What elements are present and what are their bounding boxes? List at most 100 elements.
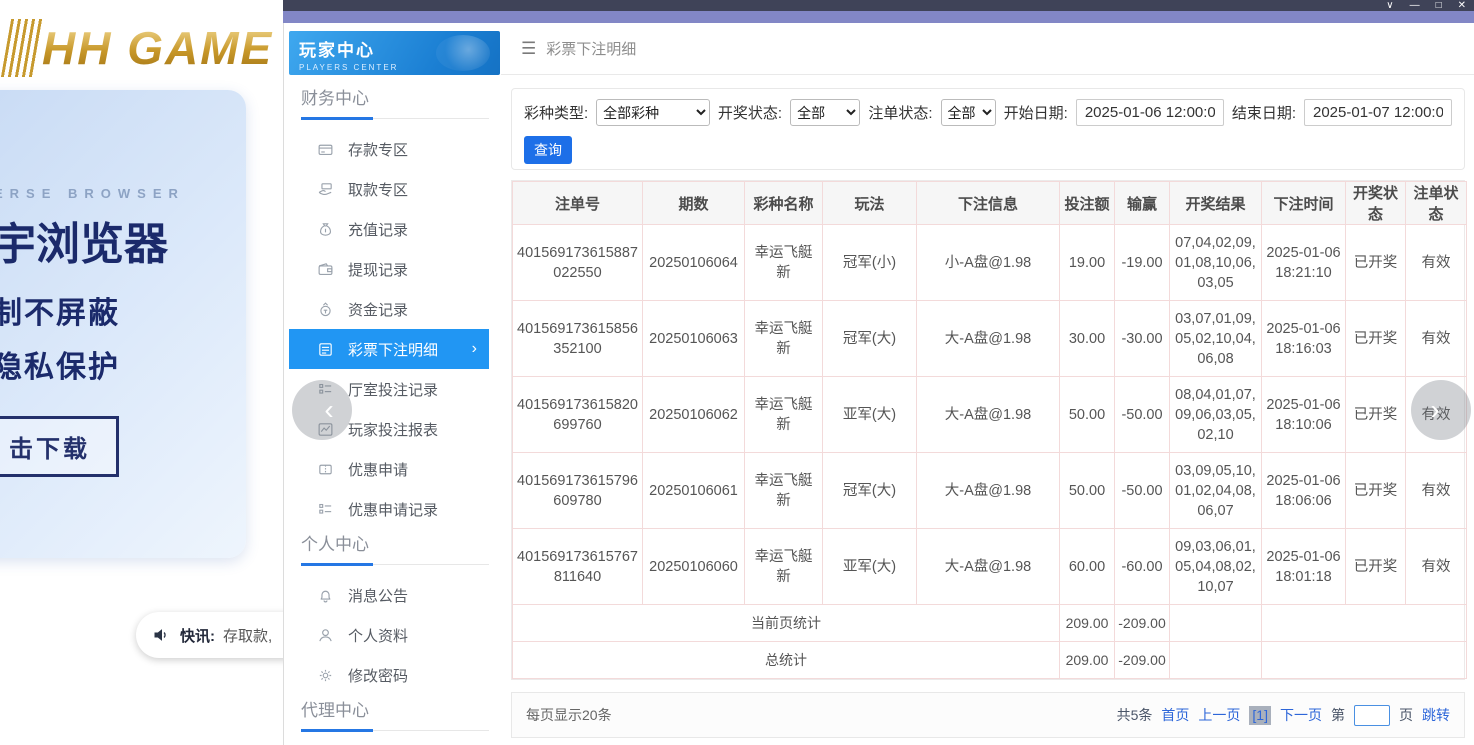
- cell: 19.00: [1060, 225, 1115, 301]
- table-row: 40156917361576781164020250106060幸运飞艇新亚军(…: [513, 529, 1467, 605]
- page-top-strip: [283, 11, 1474, 23]
- cell: 大-A盘@1.98: [917, 529, 1060, 605]
- sidebar-item-list[interactable]: 优惠申请记录: [289, 489, 489, 529]
- cell: 幸运飞艇新: [745, 453, 823, 529]
- window-dropdown-icon[interactable]: ∨: [1386, 1, 1393, 11]
- cell: 大-A盘@1.98: [917, 301, 1060, 377]
- end-date-input[interactable]: [1304, 99, 1452, 126]
- collapse-panel-button[interactable]: ‹: [292, 380, 352, 440]
- sidebar-item-bell[interactable]: 消息公告: [289, 575, 489, 615]
- hamburger-icon[interactable]: ☰: [521, 39, 536, 59]
- end-date-label: 结束日期:: [1232, 102, 1296, 123]
- column-header: 输赢: [1115, 182, 1170, 225]
- sidebar-item-label: 消息公告: [348, 585, 408, 606]
- query-button[interactable]: 查询: [524, 136, 572, 164]
- cell: 幸运飞艇新: [745, 225, 823, 301]
- sidebar-item-label: 彩票下注明细: [348, 339, 438, 360]
- sidebar-item-user[interactable]: 个人资料: [289, 615, 489, 655]
- cell: 2025-01-06 18:16:03: [1262, 301, 1346, 377]
- banner-title: 宇浏览器: [0, 208, 168, 272]
- summary-winloss: -209.00: [1115, 605, 1170, 642]
- cell: 幸运飞艇新: [745, 377, 823, 453]
- column-header: 注单状态: [1406, 182, 1467, 225]
- next-page-link[interactable]: 下一页: [1280, 705, 1322, 725]
- summary-winloss: -209.00: [1115, 642, 1170, 679]
- sidebar-section-label: 个人中心: [301, 533, 489, 557]
- column-header: 玩法: [823, 182, 917, 225]
- sidebar-section-header: 个人中心: [289, 533, 489, 565]
- cell: 冠军(大): [823, 301, 917, 377]
- sidebar-item-wallet[interactable]: 提现记录: [289, 249, 489, 289]
- download-button[interactable]: 击下载: [0, 416, 119, 477]
- draw-status-select[interactable]: 全部: [790, 99, 860, 126]
- summary-bet: 209.00: [1060, 642, 1115, 679]
- cell: -30.00: [1115, 301, 1170, 377]
- cell: 09,03,06,01,05,04,08,02,10,07: [1170, 529, 1262, 605]
- ticker-label: 快讯:: [180, 625, 215, 646]
- sidebar-title: 玩家中心: [299, 36, 490, 61]
- cell: 401569173615796609780: [513, 453, 643, 529]
- prev-page-link[interactable]: 上一页: [1198, 705, 1240, 725]
- column-header: 开奖状态: [1346, 182, 1406, 225]
- cell: 有效: [1406, 453, 1467, 529]
- logo-stripes-icon: [1, 19, 45, 77]
- first-page-link[interactable]: 首页: [1161, 705, 1189, 725]
- table-header-row: 注单号期数彩种名称玩法下注信息投注额输赢开奖结果下注时间开奖状态注单状态: [513, 182, 1467, 225]
- sidebar-subtitle: PLAYERS CENTER: [299, 63, 490, 72]
- cell: 已开奖: [1346, 377, 1406, 453]
- column-header: 注单号: [513, 182, 643, 225]
- withdraw-hand-icon: [317, 181, 334, 198]
- cell: 401569173615887022550: [513, 225, 643, 301]
- sidebar-item-coupon[interactable]: 优惠申请: [289, 449, 489, 489]
- sidebar-item-gear[interactable]: 修改密码: [289, 655, 489, 695]
- money-bag-icon: [317, 221, 334, 238]
- sidebar-item-bank-card[interactable]: 存款专区: [289, 129, 489, 169]
- chevron-right-icon: ›: [472, 340, 477, 358]
- window-close-icon[interactable]: ✕: [1458, 1, 1466, 11]
- order-status-label: 注单状态:: [868, 102, 932, 123]
- total-count: 共5条: [1117, 705, 1153, 725]
- window-maximize-icon[interactable]: □: [1436, 1, 1442, 11]
- sidebar-item-label: 个人资料: [348, 625, 408, 646]
- sidebar-item-label: 存款专区: [348, 139, 408, 160]
- bets-table: 注单号期数彩种名称玩法下注信息投注额输赢开奖结果下注时间开奖状态注单状态 401…: [511, 180, 1465, 680]
- breadcrumb: 彩票下注明细: [546, 38, 636, 59]
- sidebar-item-label: 取款专区: [348, 179, 408, 200]
- jump-link[interactable]: 跳转: [1422, 705, 1450, 725]
- sidebar-section-header: 代理中心: [289, 699, 489, 731]
- section-underline: [301, 117, 489, 119]
- cell: 30.00: [1060, 301, 1115, 377]
- content-header: ☰ 彩票下注明细: [501, 23, 1474, 75]
- expand-panel-button[interactable]: ›: [1411, 380, 1471, 440]
- sidebar-item-money-bag[interactable]: 充值记录: [289, 209, 489, 249]
- table-row: 40156917361585635210020250106063幸运飞艇新冠军(…: [513, 301, 1467, 377]
- sidebar-item-coin-purse[interactable]: 资金记录: [289, 289, 489, 329]
- lottery-type-select[interactable]: 全部彩种: [596, 99, 710, 126]
- cell: 亚军(大): [823, 377, 917, 453]
- sidebar-item-label: 玩家投注报表: [348, 419, 438, 440]
- cell: 亚军(大): [823, 529, 917, 605]
- section-underline: [301, 563, 489, 565]
- column-header: 彩种名称: [745, 182, 823, 225]
- sidebar-section-label: 代理中心: [301, 699, 489, 723]
- table-row: 40156917361579660978020250106061幸运飞艇新冠军(…: [513, 453, 1467, 529]
- start-date-input[interactable]: [1076, 99, 1224, 126]
- cell: 50.00: [1060, 453, 1115, 529]
- table-row: 40156917361588702255020250106064幸运飞艇新冠军(…: [513, 225, 1467, 301]
- site-logo: HH GAME: [6, 12, 273, 84]
- jump-prefix: 第: [1331, 705, 1345, 725]
- cell: 03,09,05,10,01,02,04,08,06,07: [1170, 453, 1262, 529]
- cell: 60.00: [1060, 529, 1115, 605]
- total-summary-row: 总统计 209.00 -209.00: [513, 642, 1467, 679]
- sidebar-item-label: 厅室投注记录: [348, 379, 438, 400]
- sidebar-section-label: 财务中心: [301, 87, 489, 111]
- jump-page-input[interactable]: [1354, 705, 1390, 726]
- jump-suffix: 页: [1399, 705, 1413, 725]
- sidebar-item-document[interactable]: 彩票下注明细 ›: [289, 329, 489, 369]
- sidebar-item-withdraw-hand[interactable]: 取款专区: [289, 169, 489, 209]
- cell: 401569173615820699760: [513, 377, 643, 453]
- cell: 已开奖: [1346, 225, 1406, 301]
- window-minimize-icon[interactable]: —: [1410, 1, 1420, 11]
- order-status-select[interactable]: 全部: [941, 99, 996, 126]
- cell: 2025-01-06 18:06:06: [1262, 453, 1346, 529]
